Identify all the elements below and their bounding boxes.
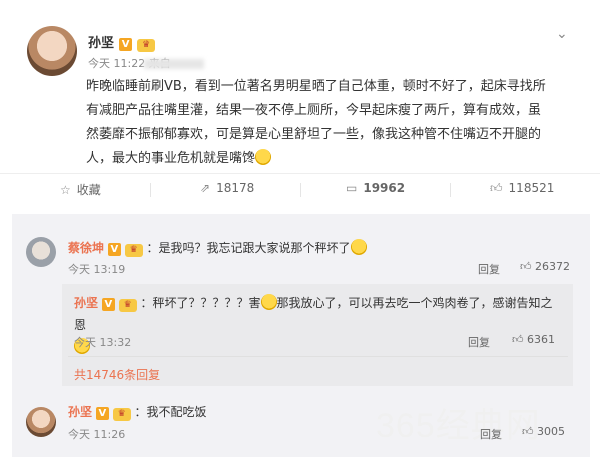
comment-time: 今天 11:26	[68, 428, 126, 441]
divider	[300, 183, 301, 197]
post-text-line: 有减肥产品往嘴里灌，结果一夜不停上厕所，今早起床瘦了两斤，算有成效，虽	[86, 103, 542, 118]
comment-icon: ▭	[346, 181, 358, 195]
share-icon: ⇗	[200, 181, 211, 195]
more-replies-link[interactable]: 共14746条回复	[74, 366, 160, 383]
vip-crown-icon: ♛	[118, 299, 137, 312]
thumbs-up-icon: 👍︎	[512, 333, 524, 346]
star-icon: ☆	[60, 183, 71, 197]
post-text-line: 昨晚临睡前刷VB，看到一位著名男明星晒了自己体重，顿时不好了，起床寻找所	[86, 79, 546, 94]
reply-text: ：秤坏了？？？？？害	[140, 296, 261, 310]
comment-author[interactable]: 蔡徐坤	[68, 241, 104, 255]
author-avatar[interactable]	[27, 26, 77, 76]
commenter-avatar[interactable]	[26, 237, 56, 267]
forward-button[interactable]: ⇗ 18178	[200, 181, 254, 195]
post-author-row: 孙坚 V ♛	[88, 32, 156, 52]
verified-v-icon: V	[119, 38, 133, 51]
comment-author[interactable]: 孙坚	[68, 405, 92, 419]
post-text-line: 人，最大的事业危机就是嘴馋	[86, 151, 256, 166]
vip-crown-icon: ♛	[137, 39, 156, 52]
blurred-source	[144, 59, 204, 69]
reply-item: 孙坚 V ♛ ：秤坏了？？？？？害 那我放心了，可以再去吃一个鸡肉卷了，感谢告知之…	[74, 292, 564, 358]
verified-v-icon: V	[101, 298, 115, 311]
laugh-cry-emoji-icon	[350, 239, 367, 255]
laugh-cry-emoji-icon	[260, 294, 277, 310]
reply-time: 今天 13:32	[74, 336, 132, 349]
post-action-bar: ☆ 收藏 ⇗ 18178 ▭ 19962 👍︎ 118521	[0, 173, 600, 203]
comment-button[interactable]: ▭ 19962	[346, 181, 405, 195]
post-author-name[interactable]: 孙坚	[88, 36, 114, 51]
verified-v-icon: V	[107, 243, 121, 256]
thumbs-up-icon: 👍︎	[520, 260, 532, 273]
comment-text: ：我不配吃饭	[134, 405, 207, 419]
thumbs-up-icon: 👍︎	[490, 181, 503, 195]
chevron-down-icon[interactable]: ⌄	[556, 26, 568, 42]
comment-like-button[interactable]: 👍︎ 3005	[522, 425, 565, 438]
reply-like-button[interactable]: 👍︎ 6361	[512, 333, 555, 346]
comment-text: ：是我吗？我忘记跟大家说那个秤坏了	[146, 241, 351, 255]
watermark: 365经典网	[376, 407, 541, 445]
reply-button[interactable]: 回复	[480, 426, 502, 442]
laugh-cry-emoji-icon	[255, 149, 272, 165]
comment-time: 今天 13:19	[68, 263, 126, 276]
comment-item: 蔡徐坤 V ♛ ：是我吗？我忘记跟大家说那个秤坏了	[68, 239, 367, 257]
like-button[interactable]: 👍︎ 118521	[490, 181, 554, 196]
post-text: 昨晚临睡前刷VB，看到一位著名男明星晒了自己体重，顿时不好了，起床寻找所 有减肥…	[86, 75, 586, 171]
reply-button[interactable]: 回复	[468, 334, 490, 350]
post-text-line: 然萎靡不振郁郁寡欢，可是算是心里舒坦了一些，像我这种管不住嘴迈不开腿的	[86, 127, 542, 142]
comment-like-button[interactable]: 👍︎ 26372	[520, 260, 570, 273]
vip-crown-icon: ♛	[124, 244, 143, 257]
divider	[68, 356, 568, 357]
collect-button[interactable]: ☆ 收藏	[60, 181, 101, 198]
vip-crown-icon: ♛	[112, 408, 131, 421]
thumbs-up-icon: 👍︎	[522, 425, 534, 438]
reply-author[interactable]: 孙坚	[74, 296, 98, 310]
verified-v-icon: V	[95, 407, 109, 420]
commenter-avatar[interactable]	[26, 407, 56, 437]
comment-item: 孙坚 V ♛ ：我不配吃饭	[68, 403, 207, 421]
divider	[150, 183, 151, 197]
reply-button[interactable]: 回复	[478, 261, 500, 277]
divider	[450, 183, 451, 197]
